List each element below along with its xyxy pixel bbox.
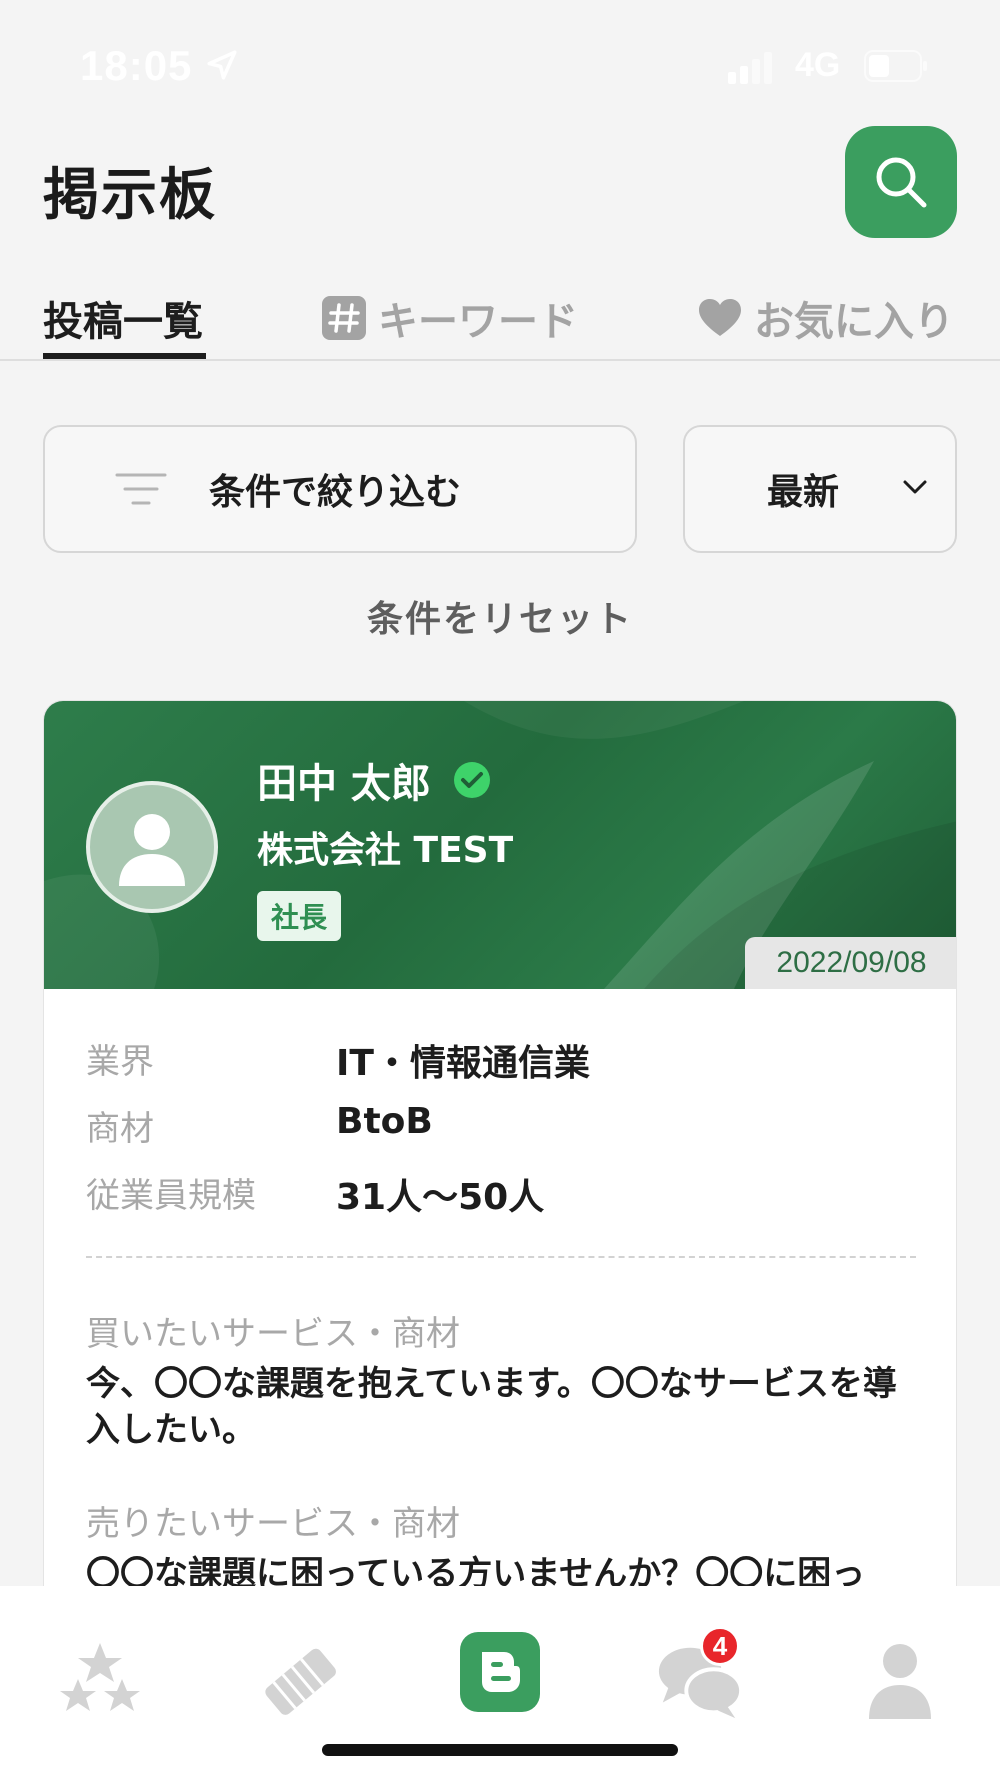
heart-icon bbox=[699, 298, 741, 336]
tab-bar-top: 投稿一覧 キーワード お気に入り bbox=[0, 275, 1000, 360]
signal-icon bbox=[728, 52, 772, 84]
tab-keyword[interactable]: キーワード bbox=[322, 275, 578, 360]
post-date: 2022/09/08 bbox=[745, 937, 956, 989]
filter-icon bbox=[115, 473, 167, 505]
search-icon bbox=[876, 157, 927, 208]
battery-icon bbox=[864, 50, 927, 82]
info-key: 商材 bbox=[86, 1109, 154, 1149]
tab-label: キーワード bbox=[378, 298, 578, 345]
board-icon bbox=[482, 1652, 520, 1692]
filter-label: 条件で絞り込む bbox=[209, 472, 462, 513]
user-name-row: 田中 太郎 bbox=[257, 751, 491, 809]
section-divider bbox=[86, 1256, 916, 1258]
chevron-down-icon bbox=[903, 480, 927, 494]
info-row-product: 商材 BtoB bbox=[86, 1101, 916, 1151]
nav-board[interactable] bbox=[460, 1632, 540, 1712]
sort-selected-value: 最新 bbox=[767, 472, 840, 513]
info-key: 従業員規模 bbox=[86, 1176, 256, 1216]
app-header: 掲示板 投稿一覧 キーワード お気に入り bbox=[0, 120, 1000, 360]
info-value: IT・情報通信業 bbox=[336, 1043, 590, 1084]
post-card[interactable]: 田中 太郎 株式会社 TEST 社長 2022/09/08 業界 IT・情報通信… bbox=[43, 700, 957, 1600]
buy-section-text: 今、〇〇な課題を抱えています。〇〇なサービスを導入したい。 bbox=[86, 1364, 897, 1450]
tabs-divider bbox=[0, 359, 1000, 361]
hash-icon bbox=[322, 295, 366, 340]
info-value: 31人〜50人 bbox=[336, 1177, 545, 1218]
tab-post-list[interactable]: 投稿一覧 bbox=[43, 275, 203, 360]
person-icon bbox=[119, 814, 185, 886]
role-badge: 社長 bbox=[257, 891, 342, 941]
post-card-header: 田中 太郎 株式会社 TEST 社長 2022/09/08 bbox=[44, 701, 956, 989]
page-title: 掲示板 bbox=[43, 163, 217, 228]
info-key: 業界 bbox=[86, 1042, 154, 1082]
tab-favorites[interactable]: お気に入り bbox=[698, 275, 954, 360]
verified-check-icon bbox=[453, 762, 490, 798]
info-value: BtoB bbox=[336, 1101, 433, 1142]
filter-button[interactable]: 条件で絞り込む bbox=[43, 425, 637, 553]
profile-icon bbox=[869, 1644, 931, 1719]
buy-section-label: 買いたいサービス・商材 bbox=[86, 1314, 460, 1354]
handshake-icon bbox=[265, 1648, 336, 1715]
search-button[interactable] bbox=[845, 126, 957, 238]
nav-profile[interactable] bbox=[855, 1636, 945, 1726]
sort-dropdown[interactable]: 最新 bbox=[683, 425, 957, 553]
info-row-industry: 業界 IT・情報通信業 bbox=[86, 1034, 916, 1084]
info-row-employees: 従業員規模 31人〜50人 bbox=[86, 1168, 916, 1218]
nav-favorites[interactable] bbox=[55, 1636, 145, 1726]
stars-icon bbox=[60, 1643, 140, 1711]
avatar[interactable] bbox=[86, 781, 218, 913]
company-name: 株式会社 TEST bbox=[257, 830, 514, 871]
tab-label: お気に入り bbox=[754, 298, 954, 345]
status-time: 18:05 bbox=[80, 42, 193, 89]
chat-unread-badge: 4 bbox=[700, 1626, 740, 1666]
location-arrow-icon bbox=[207, 50, 237, 80]
home-indicator bbox=[322, 1744, 678, 1756]
status-bar: 18:05 4G bbox=[0, 0, 1000, 120]
reset-filters-link[interactable]: 条件をリセット bbox=[0, 590, 1000, 642]
sell-section-label: 売りたいサービス・商材 bbox=[86, 1504, 460, 1544]
user-name: 田中 太郎 bbox=[257, 761, 431, 807]
nav-matching[interactable] bbox=[255, 1636, 345, 1726]
tab-label: 投稿一覧 bbox=[43, 298, 203, 345]
network-type: 4G bbox=[795, 46, 841, 84]
